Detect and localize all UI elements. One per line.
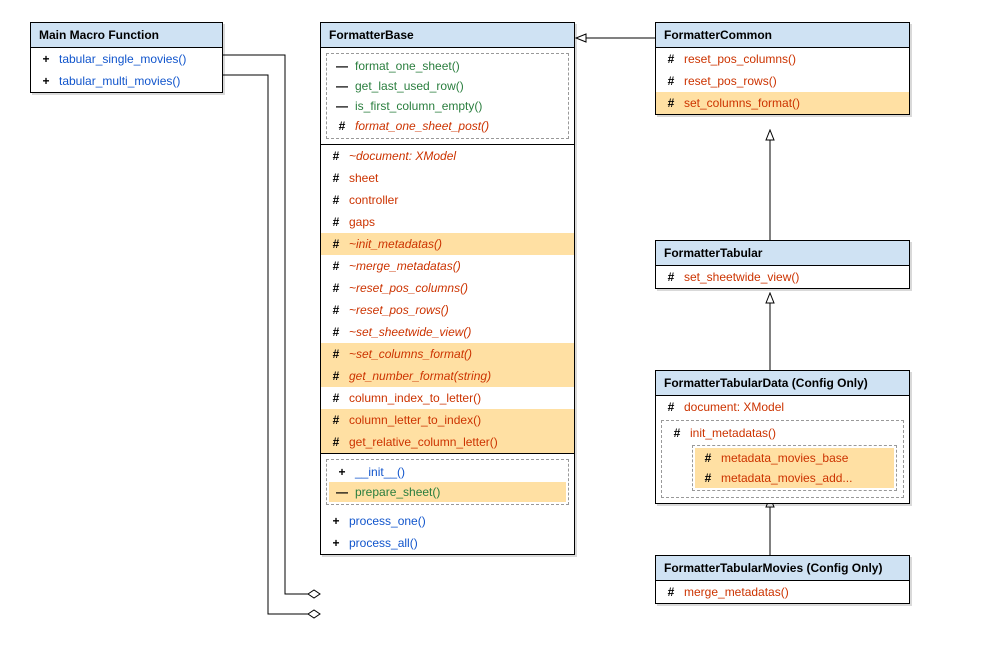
dashed-group: #metadata_movies_base #metadata_movies_a… bbox=[692, 445, 897, 491]
method-row: #set_columns_format() bbox=[656, 92, 909, 114]
dashed-group: +__init__() —prepare_sheet() bbox=[326, 459, 569, 505]
class-formatter-tabular-data: FormatterTabularData (Config Only) #docu… bbox=[655, 370, 910, 504]
member-row: #column_index_to_letter() bbox=[321, 387, 574, 409]
method-row: +tabular_multi_movies() bbox=[31, 70, 222, 92]
member-row: #~set_columns_format() bbox=[321, 343, 574, 365]
method-row: #init_metadatas() bbox=[664, 423, 901, 443]
method-row: #merge_metadatas() bbox=[656, 581, 909, 603]
method-row: —format_one_sheet() bbox=[329, 56, 566, 76]
member-row: #controller bbox=[321, 189, 574, 211]
method-row: —is_first_column_empty() bbox=[329, 96, 566, 116]
method-row: +__init__() bbox=[329, 462, 566, 482]
dashed-group: —format_one_sheet() —get_last_used_row()… bbox=[326, 53, 569, 139]
method-row: +process_one() bbox=[321, 510, 574, 532]
class-title: FormatterTabularMovies (Config Only) bbox=[656, 556, 909, 581]
member-row: #get_number_format(string) bbox=[321, 365, 574, 387]
class-title: FormatterBase bbox=[321, 23, 574, 48]
member-row: #metadata_movies_add... bbox=[695, 468, 894, 488]
member-row: #~merge_metadatas() bbox=[321, 255, 574, 277]
class-title: FormatterCommon bbox=[656, 23, 909, 48]
method-row: #reset_pos_rows() bbox=[656, 70, 909, 92]
method-row: —prepare_sheet() bbox=[329, 482, 566, 502]
class-main-macro: Main Macro Function +tabular_single_movi… bbox=[30, 22, 223, 93]
method-row: +tabular_single_movies() bbox=[31, 48, 222, 70]
class-formatter-base: FormatterBase —format_one_sheet() —get_l… bbox=[320, 22, 575, 555]
member-row: #metadata_movies_base bbox=[695, 448, 894, 468]
member-row: #~document: XModel bbox=[321, 145, 574, 167]
member-row: #column_letter_to_index() bbox=[321, 409, 574, 431]
dashed-group: #init_metadatas() #metadata_movies_base … bbox=[661, 420, 904, 498]
method-row: #format_one_sheet_post() bbox=[329, 116, 566, 136]
member-row: #get_relative_column_letter() bbox=[321, 431, 574, 453]
member-row: #sheet bbox=[321, 167, 574, 189]
member-row: #~init_metadatas() bbox=[321, 233, 574, 255]
method-row: +process_all() bbox=[321, 532, 574, 554]
method-row: #set_sheetwide_view() bbox=[656, 266, 909, 288]
member-row: #~set_sheetwide_view() bbox=[321, 321, 574, 343]
class-title: Main Macro Function bbox=[31, 23, 222, 48]
class-title: FormatterTabular bbox=[656, 241, 909, 266]
class-formatter-tabular-movies: FormatterTabularMovies (Config Only) #me… bbox=[655, 555, 910, 604]
member-row: #~reset_pos_columns() bbox=[321, 277, 574, 299]
member-row: #document: XModel bbox=[656, 396, 909, 418]
method-row: —get_last_used_row() bbox=[329, 76, 566, 96]
class-formatter-common: FormatterCommon #reset_pos_columns() #re… bbox=[655, 22, 910, 115]
class-title: FormatterTabularData (Config Only) bbox=[656, 371, 909, 396]
member-row: #~reset_pos_rows() bbox=[321, 299, 574, 321]
class-formatter-tabular: FormatterTabular #set_sheetwide_view() bbox=[655, 240, 910, 289]
member-row: #gaps bbox=[321, 211, 574, 233]
method-row: #reset_pos_columns() bbox=[656, 48, 909, 70]
